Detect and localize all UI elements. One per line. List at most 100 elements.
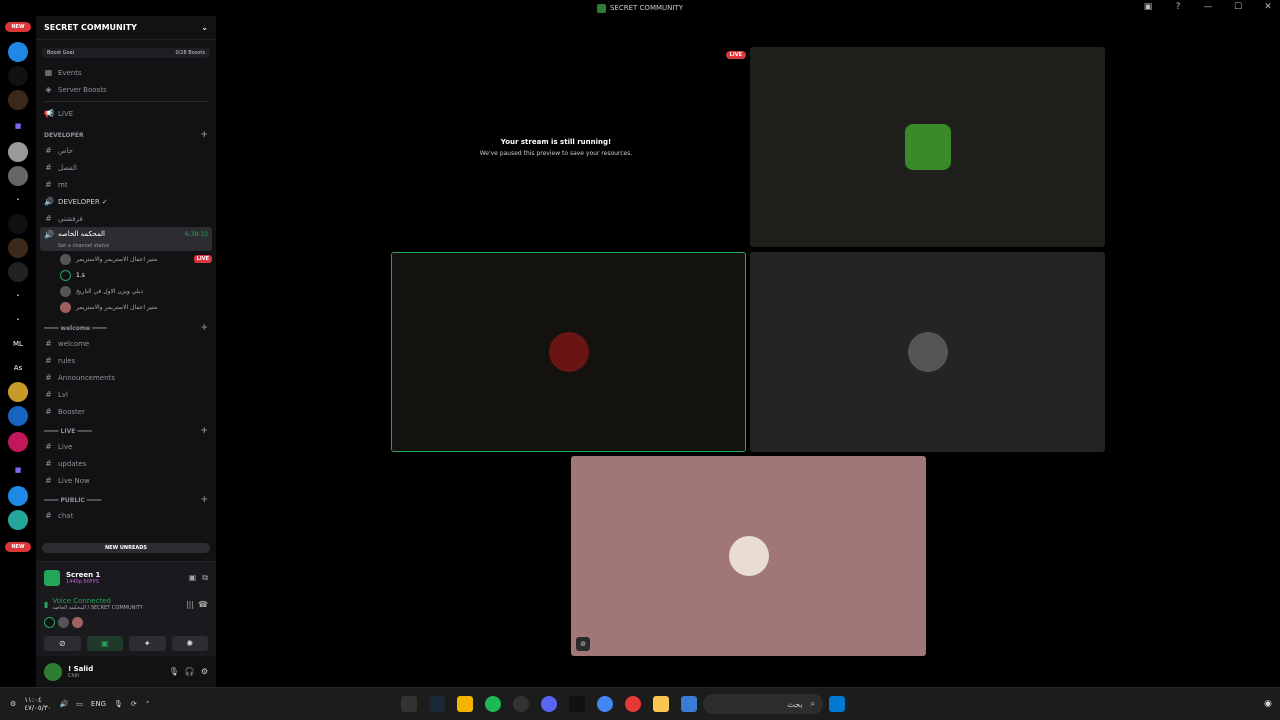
channel-live[interactable]: 📢 LIVE	[36, 105, 216, 122]
app-icon[interactable]	[569, 696, 585, 712]
settings-icon[interactable]: ⚙	[10, 700, 16, 708]
guild-icon[interactable]	[8, 142, 28, 162]
channel-status[interactable]: Set a channel status	[44, 243, 208, 249]
guild-icon[interactable]	[8, 262, 28, 282]
guild-icon[interactable]: •	[8, 310, 28, 330]
category-developer[interactable]: DEVELOPER +	[36, 128, 216, 142]
microphone-icon[interactable]: 🎙	[114, 700, 123, 708]
folder-icon[interactable]: ■	[8, 116, 28, 136]
camera-off-icon[interactable]: ⊘	[576, 637, 590, 651]
events-item[interactable]: ▦ Events	[36, 64, 216, 81]
screen-settings-icon[interactable]: ▣	[189, 573, 197, 582]
category-live[interactable]: ━━━━ LIVE ━━━━ +	[36, 424, 216, 438]
app-icon[interactable]	[681, 696, 697, 712]
guild-icon[interactable]	[8, 382, 28, 402]
disconnect-icon[interactable]: ☎	[198, 600, 208, 609]
guild-icon[interactable]	[8, 90, 28, 110]
category-public[interactable]: ━━━━ PUBLIC ━━━━ +	[36, 493, 216, 507]
participant-tile-speaking[interactable]	[391, 252, 746, 452]
active-voice-channel[interactable]: 🔊 المحكمه الخاصه 6:38:33 Set a channel s…	[40, 227, 212, 251]
category-welcome[interactable]: ━━━━ welcome ━━━━ +	[36, 321, 216, 335]
maximize-button[interactable]: ☐	[1230, 2, 1246, 12]
epic-games-icon[interactable]	[401, 696, 417, 712]
help-icon[interactable]: ?	[1170, 2, 1186, 12]
channel-item[interactable]: # فرفشتي	[36, 210, 216, 227]
channel-item[interactable]: # rules	[36, 352, 216, 369]
sync-icon[interactable]: ⟳	[131, 700, 137, 708]
language-indicator[interactable]: ENG	[91, 700, 106, 708]
battery-icon[interactable]: ▭	[76, 700, 83, 708]
guild-icon[interactable]	[8, 432, 28, 452]
participant-tile[interactable]: ⊘	[571, 456, 926, 656]
camera-off-button[interactable]: ⊘	[44, 636, 81, 651]
clock-date[interactable]: ٤٧/٠٥/٣٠	[24, 704, 51, 712]
server-boosts-item[interactable]: ◈ Server Boosts	[36, 81, 216, 98]
channel-item[interactable]: # chat	[36, 507, 216, 524]
app-icon[interactable]	[513, 696, 529, 712]
voice-user[interactable]: 1.s	[36, 267, 216, 283]
add-channel-icon[interactable]: +	[200, 426, 208, 436]
headphones-icon[interactable]: 🎧	[185, 667, 195, 676]
discord-icon[interactable]	[541, 696, 557, 712]
add-channel-icon[interactable]: +	[200, 495, 208, 505]
guild-icon[interactable]	[8, 166, 28, 186]
close-button[interactable]: ✕	[1260, 2, 1276, 12]
add-channel-icon[interactable]: +	[200, 323, 208, 333]
guild-icon[interactable]: •	[8, 190, 28, 210]
guild-icon[interactable]	[8, 214, 28, 234]
channel-item[interactable]: # Announcements	[36, 369, 216, 386]
spotify-icon[interactable]	[485, 696, 501, 712]
channel-item[interactable]: # Lvl	[36, 386, 216, 403]
channel-item[interactable]: # خاص	[36, 142, 216, 159]
channel-item[interactable]: # Live Now	[36, 472, 216, 489]
server-header[interactable]: SECRET COMMUNITY ⌄	[36, 16, 216, 40]
channel-item[interactable]: # Booster	[36, 403, 216, 420]
notification-icon[interactable]: ◉	[1264, 699, 1272, 709]
guild-icon-ml[interactable]: ML	[8, 334, 28, 354]
app-icon[interactable]	[625, 696, 641, 712]
guild-icon[interactable]	[8, 42, 28, 62]
file-explorer-icon[interactable]	[653, 696, 669, 712]
chevron-up-icon[interactable]: ⌃	[145, 700, 151, 708]
voice-channel-developer[interactable]: 🔊 DEVELOPER ✓	[36, 193, 216, 210]
channel-item[interactable]: # mt	[36, 176, 216, 193]
boost-goal[interactable]: Boost Goal 0/28 Boosts	[42, 48, 210, 58]
stream-paused-tile[interactable]: LIVE Your stream is still running! We've…	[366, 47, 746, 247]
channel-item[interactable]: # Live	[36, 438, 216, 455]
noise-suppression-icon[interactable]: |||	[186, 600, 194, 609]
activities-button[interactable]: ✦	[129, 636, 166, 651]
avatar[interactable]	[44, 662, 62, 681]
guild-icon[interactable]	[8, 66, 28, 86]
voice-user[interactable]: متير اعمال الاستريمر والاستريمر LIVE	[36, 251, 216, 267]
new-unreads-pill[interactable]: NEW UNREADS	[42, 543, 210, 553]
channel-item[interactable]: # updates	[36, 455, 216, 472]
screen-share-button[interactable]: ▣	[86, 636, 123, 651]
add-channel-icon[interactable]: +	[200, 130, 208, 140]
app-icon[interactable]	[457, 696, 473, 712]
voice-user[interactable]: ذيلي ويزن الاول في التاريخ	[36, 283, 216, 299]
participant-tile[interactable]	[750, 252, 1105, 452]
channel-item[interactable]: # الفصل	[36, 159, 216, 176]
signal-icon[interactable]: ▮	[44, 600, 48, 609]
participant-tile[interactable]	[750, 47, 1105, 247]
taskbar-search[interactable]: بحث ⌕	[703, 694, 823, 714]
voice-channel-path[interactable]: المحكمه الخاصه / SECRET COMMUNITY	[52, 605, 143, 611]
clock-time[interactable]: ١١:٠٤	[24, 696, 51, 704]
guild-icon[interactable]	[8, 406, 28, 426]
voice-user[interactable]: متير اعمال الاستريمر والاستريمر	[36, 299, 216, 315]
inbox-icon[interactable]: ▣	[1140, 2, 1156, 12]
popout-icon[interactable]: ⧉	[202, 573, 208, 583]
guild-icon[interactable]	[8, 238, 28, 258]
guild-icon[interactable]: •	[8, 286, 28, 306]
guild-icon[interactable]	[8, 486, 28, 506]
steam-icon[interactable]	[429, 696, 445, 712]
windows-start-icon[interactable]	[829, 696, 845, 712]
soundboard-button[interactable]: ✺	[171, 636, 208, 651]
gear-icon[interactable]: ⚙	[201, 667, 208, 676]
microphone-icon[interactable]: 🎙	[169, 667, 179, 676]
guild-icon[interactable]	[8, 510, 28, 530]
guild-icon-as[interactable]: As	[8, 358, 28, 378]
minimize-button[interactable]: —	[1200, 2, 1216, 12]
folder-icon[interactable]: ■	[8, 460, 28, 480]
chrome-icon[interactable]	[597, 696, 613, 712]
